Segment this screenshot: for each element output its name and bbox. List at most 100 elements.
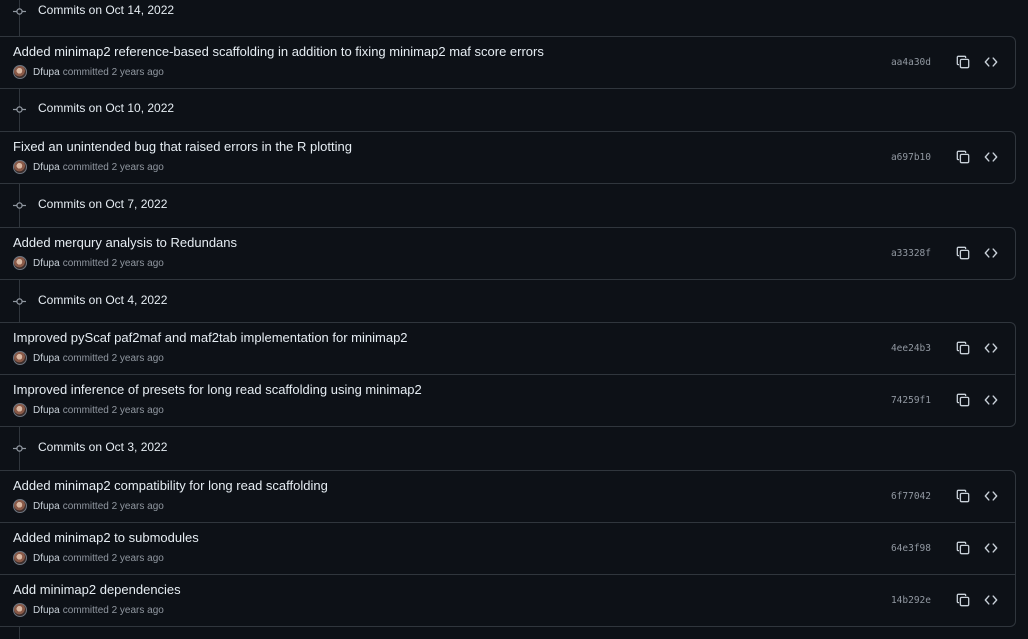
avatar[interactable] [13, 65, 27, 79]
commit-sha-link[interactable]: 74259f1 [891, 395, 931, 406]
git-commit-icon [13, 103, 26, 116]
code-icon[interactable] [983, 54, 999, 70]
commit-group-header: Commits on Oct 3, 2022 [0, 437, 1028, 459]
commit-meta: Dfupa committed 2 years ago [13, 351, 164, 365]
commit-actions: 14b292e [891, 592, 999, 608]
copy-icon[interactable] [955, 540, 971, 556]
commit-list: Added minimap2 compatibility for long re… [0, 470, 1016, 627]
code-icon[interactable] [983, 149, 999, 165]
commit-time: committed 2 years ago [62, 161, 164, 173]
commit-sha-link[interactable]: aa4a30d [891, 57, 931, 68]
commit-group-title: Commits on Oct 3, 2022 [38, 440, 168, 454]
commit-time: committed 2 years ago [62, 552, 164, 564]
commit-meta: Dfupa committed 2 years ago [13, 551, 164, 565]
code-icon[interactable] [983, 540, 999, 556]
commit-row: Added minimap2 to submodules Dfupa committ… [0, 522, 1015, 574]
commit-row: Added merqury analysis to Redundans Dfupa… [0, 228, 1015, 279]
commit-message-link[interactable]: Added minimap2 compatibility for long re… [13, 478, 328, 494]
commit-sha-link[interactable]: 4ee24b3 [891, 343, 931, 354]
copy-icon[interactable] [955, 488, 971, 504]
commit-time: committed 2 years ago [62, 352, 164, 364]
author-link[interactable]: Dfupa [33, 258, 60, 269]
copy-icon[interactable] [955, 54, 971, 70]
commit-meta: Dfupa committed 2 years ago [13, 403, 164, 417]
commit-message-link[interactable]: Added minimap2 reference-based scaffoldi… [13, 44, 544, 60]
avatar[interactable] [13, 551, 27, 565]
commit-list: Added minimap2 reference-based scaffoldi… [0, 36, 1016, 89]
commit-sha-link[interactable]: 64e3f98 [891, 543, 931, 554]
author-link[interactable]: Dfupa [33, 405, 60, 416]
commit-time: committed 2 years ago [62, 66, 164, 78]
code-icon[interactable] [983, 488, 999, 504]
commit-message-link[interactable]: Added merqury analysis to Redundans [13, 235, 237, 251]
commit-row: Added minimap2 reference-based scaffoldi… [0, 37, 1015, 88]
commit-row: Add minimap2 dependencies Dfupa committed … [0, 574, 1015, 626]
commit-actions: a697b10 [891, 149, 999, 165]
commit-list: Improved pyScaf paf2maf and maf2tab impl… [0, 322, 1016, 427]
commit-row: Added minimap2 compatibility for long re… [0, 471, 1015, 522]
git-commit-icon [13, 442, 26, 455]
git-commit-icon [13, 5, 26, 18]
commit-group-header: Commits on Oct 10, 2022 [0, 98, 1028, 120]
code-icon[interactable] [983, 392, 999, 408]
commit-meta: Dfupa committed 2 years ago [13, 603, 164, 617]
copy-icon[interactable] [955, 340, 971, 356]
commit-meta: Dfupa committed 2 years ago [13, 499, 164, 513]
commit-row: Fixed an unintended bug that raised erro… [0, 132, 1015, 183]
commit-sha-link[interactable]: a33328f [891, 248, 931, 259]
commit-message-link[interactable]: Improved pyScaf paf2maf and maf2tab impl… [13, 330, 408, 346]
commit-message-link[interactable]: Fixed an unintended bug that raised erro… [13, 139, 352, 155]
copy-icon[interactable] [955, 245, 971, 261]
copy-icon[interactable] [955, 392, 971, 408]
commit-row: Improved pyScaf paf2maf and maf2tab impl… [0, 323, 1015, 374]
commit-actions: 6f77042 [891, 488, 999, 504]
commit-sha-link[interactable]: 14b292e [891, 595, 931, 606]
avatar[interactable] [13, 160, 27, 174]
author-link[interactable]: Dfupa [33, 353, 60, 364]
commit-message-link[interactable]: Add minimap2 dependencies [13, 582, 181, 598]
avatar[interactable] [13, 499, 27, 513]
commit-group-title: Commits on Oct 7, 2022 [38, 197, 168, 211]
copy-icon[interactable] [955, 592, 971, 608]
commit-group-header: Commits on Oct 4, 2022 [0, 290, 1028, 312]
commit-sha-link[interactable]: a697b10 [891, 152, 931, 163]
commit-row: Improved inference of presets for long r… [0, 374, 1015, 426]
git-commit-icon [13, 295, 26, 308]
commit-message-link[interactable]: Improved inference of presets for long r… [13, 382, 422, 398]
commit-meta: Dfupa committed 2 years ago [13, 256, 164, 270]
commit-time: committed 2 years ago [62, 404, 164, 416]
commit-list: Fixed an unintended bug that raised erro… [0, 131, 1016, 184]
commit-group-header: Commits on Oct 7, 2022 [0, 194, 1028, 216]
commit-actions: aa4a30d [891, 54, 999, 70]
commit-timeline: Commits on Oct 14, 2022 Added minimap2 re… [0, 0, 1028, 639]
copy-icon[interactable] [955, 149, 971, 165]
commit-actions: 4ee24b3 [891, 340, 999, 356]
commit-message-link[interactable]: Added minimap2 to submodules [13, 530, 199, 546]
commit-sha-link[interactable]: 6f77042 [891, 491, 931, 502]
commit-group-title: Commits on Oct 4, 2022 [38, 293, 168, 307]
commit-time: committed 2 years ago [62, 257, 164, 269]
commit-group-title: Commits on Oct 14, 2022 [38, 3, 175, 17]
avatar[interactable] [13, 351, 27, 365]
avatar[interactable] [13, 256, 27, 270]
commit-group-title: Commits on Oct 10, 2022 [38, 101, 175, 115]
author-link[interactable]: Dfupa [33, 162, 60, 173]
author-link[interactable]: Dfupa [33, 501, 60, 512]
timeline-line [19, 626, 20, 639]
author-link[interactable]: Dfupa [33, 605, 60, 616]
commit-time: committed 2 years ago [62, 500, 164, 512]
commit-actions: a33328f [891, 245, 999, 261]
git-commit-icon [13, 199, 26, 212]
code-icon[interactable] [983, 340, 999, 356]
avatar[interactable] [13, 403, 27, 417]
commit-actions: 64e3f98 [891, 540, 999, 556]
commit-meta: Dfupa committed 2 years ago [13, 65, 164, 79]
commit-meta: Dfupa committed 2 years ago [13, 160, 164, 174]
commit-group-header: Commits on Oct 14, 2022 [0, 0, 1028, 22]
code-icon[interactable] [983, 592, 999, 608]
code-icon[interactable] [983, 245, 999, 261]
avatar[interactable] [13, 603, 27, 617]
commit-time: committed 2 years ago [62, 604, 164, 616]
author-link[interactable]: Dfupa [33, 553, 60, 564]
author-link[interactable]: Dfupa [33, 67, 60, 78]
